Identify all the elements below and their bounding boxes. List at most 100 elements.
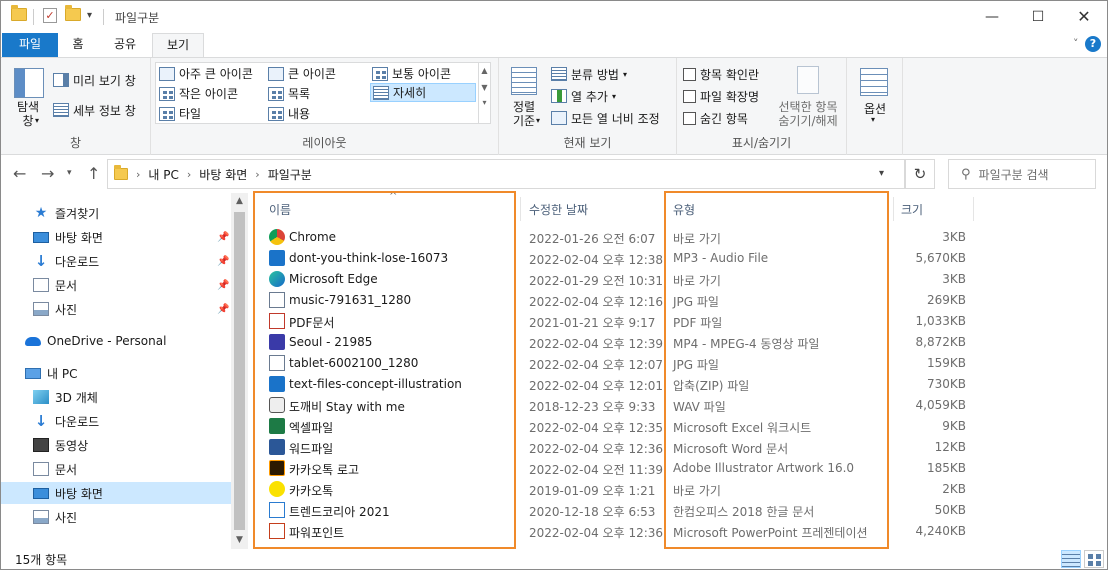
column-divider[interactable] — [520, 197, 521, 221]
hide-selected-button[interactable]: 선택한 항목 숨기기/해제 — [771, 100, 845, 128]
quick-access-dropdown-icon[interactable]: ▾ — [87, 10, 92, 21]
nav-item[interactable]: 바탕 화면 — [1, 482, 231, 504]
close-button[interactable]: ✕ — [1061, 1, 1107, 32]
checkbox[interactable] — [683, 89, 696, 103]
table-row[interactable]: 도깨비 Stay with me 2018-12-23 오후 9:33 WAV 파일… — [253, 395, 973, 416]
table-row[interactable]: 워드파일 2022-02-04 오후 12:36 Microsoft Word 문서… — [253, 437, 973, 458]
column-divider[interactable] — [973, 197, 974, 221]
item-checkboxes-toggle[interactable]: 항목 확인란 — [683, 64, 759, 84]
column-size[interactable]: 크기 — [901, 197, 923, 221]
new-folder-icon[interactable] — [65, 5, 81, 21]
recent-locations-icon[interactable]: ▾ — [67, 168, 72, 178]
navigation-scrollbar[interactable]: ▲ ▼ — [231, 193, 248, 549]
table-row[interactable]: Seoul - 21985 2022-02-04 오후 12:39 MP4 - MP… — [253, 332, 973, 353]
address-dropdown-icon[interactable]: ▾ — [879, 168, 884, 179]
layout-small-icons[interactable]: 작은 아이콘 — [159, 84, 238, 103]
scroll-down-icon[interactable]: ▼ — [231, 532, 248, 549]
status-bar: 15개 항목 — [1, 548, 1107, 570]
table-row[interactable]: text-files-concept-illustration 2022-02-0… — [253, 374, 973, 395]
ribbon-collapse-icon[interactable]: ˅ — [1073, 37, 1079, 50]
layout-list[interactable]: 목록 — [268, 84, 310, 103]
file-date: 2022-02-04 오후 12:36 — [529, 526, 664, 540]
table-row[interactable]: 엑셀파일 2022-02-04 오후 12:35 Microsoft Excel 워… — [253, 416, 973, 437]
table-row[interactable]: Microsoft Edge 2022-01-29 오전 10:31 바로 가기 3K… — [253, 269, 973, 290]
minimize-button[interactable]: — — [969, 1, 1015, 32]
column-divider[interactable] — [665, 197, 666, 221]
column-divider[interactable] — [893, 197, 894, 221]
nav-item[interactable]: ↓ 다운로드 📌 — [1, 250, 231, 272]
forward-icon[interactable]: → — [41, 164, 54, 183]
maximize-button[interactable]: ☐ — [1015, 1, 1061, 32]
nav-item[interactable]: 동영상 — [1, 434, 231, 456]
help-icon[interactable]: ? — [1085, 36, 1101, 52]
tab-file[interactable]: 파일 — [2, 33, 58, 57]
table-row[interactable]: dont-you-think-lose-16073 2022-02-04 오후 1… — [253, 248, 973, 269]
back-icon[interactable]: ← — [13, 164, 26, 183]
layout-medium-icons[interactable]: 보통 아이콘 — [372, 64, 451, 83]
properties-icon[interactable]: ✓ — [43, 8, 57, 23]
refresh-button[interactable]: ↻ — [905, 159, 935, 189]
table-row[interactable]: music-791631_1280 2022-02-04 오후 12:16 JPG … — [253, 290, 973, 311]
pin-icon[interactable]: 📌 — [217, 280, 229, 291]
scroll-thumb[interactable] — [234, 212, 245, 530]
layout-content[interactable]: 내용 — [268, 104, 310, 123]
table-row[interactable]: 파워포인트 2022-02-04 오후 12:36 Microsoft PowerP… — [253, 521, 973, 542]
layout-large-icons[interactable]: 큰 아이콘 — [268, 64, 336, 83]
hide-selected-icon — [797, 66, 819, 94]
search-input[interactable]: ⚲ 파일구분 검색 — [948, 159, 1096, 189]
scroll-up-icon[interactable]: ▲ — [231, 193, 248, 210]
navigation-pane-button[interactable]: 탐색 창 — [7, 100, 49, 128]
checkbox[interactable] — [683, 67, 696, 81]
table-row[interactable]: Chrome 2022-01-26 오전 6:07 바로 가기 3KB — [253, 227, 973, 248]
nav-item[interactable]: 바탕 화면 📌 — [1, 226, 231, 248]
nav-item[interactable]: OneDrive - Personal — [1, 330, 231, 352]
table-row[interactable]: 트렌드코리아 2021 2020-12-18 오후 6:53 한컴오피스 2018 … — [253, 500, 973, 521]
item-count: 15개 항목 — [15, 553, 68, 567]
hidden-items-toggle[interactable]: 숨긴 항목 — [683, 108, 748, 128]
nav-item[interactable]: ★ 즐겨찾기 — [1, 202, 231, 224]
fit-columns-button[interactable]: 모든 열 너비 조정 — [551, 108, 660, 128]
add-columns-button[interactable]: 열 추가 ▾ — [551, 86, 616, 106]
layout-tiles[interactable]: 타일 — [159, 104, 201, 123]
nav-item[interactable]: 내 PC — [1, 362, 231, 384]
checkbox[interactable] — [683, 111, 696, 125]
layout-details[interactable]: 자세히 — [370, 83, 476, 102]
file-date: 2019-01-09 오후 1:21 — [529, 484, 656, 498]
nav-item[interactable]: 사진 — [1, 506, 231, 528]
column-name[interactable]: 이름 — [269, 197, 291, 221]
preview-pane-button[interactable]: 미리 보기 창 — [53, 70, 136, 90]
file-extensions-toggle[interactable]: 파일 확장명 — [683, 86, 759, 106]
details-view-icon[interactable] — [1061, 550, 1081, 568]
table-row[interactable]: tablet-6002100_1280 2022-02-04 오후 12:07 JP… — [253, 353, 973, 374]
breadcrumb-item[interactable]: 내 PC — [148, 166, 178, 183]
tab-share[interactable]: 공유 — [105, 33, 145, 57]
tab-home[interactable]: 홈 — [63, 33, 93, 57]
table-row[interactable]: 카카오톡 로고 2022-02-04 오전 11:39 Adobe Illustra… — [253, 458, 973, 479]
column-date[interactable]: 수정한 날짜 — [529, 197, 588, 221]
breadcrumb-chevron-icon[interactable]: › — [187, 168, 191, 181]
layout-gallery-scroll[interactable]: ▲ ▼ ▾ — [479, 62, 491, 124]
table-row[interactable]: 카카오톡 2019-01-09 오후 1:21 바로 가기 2KB — [253, 479, 973, 500]
pin-icon[interactable]: 📌 — [217, 256, 229, 267]
breadcrumb-chevron-icon[interactable]: › — [255, 168, 259, 181]
breadcrumb-item[interactable]: 파일구분 — [268, 166, 312, 183]
nav-item[interactable]: 3D 개체 — [1, 386, 231, 408]
nav-item[interactable]: 사진 📌 — [1, 298, 231, 320]
nav-item[interactable]: 문서 — [1, 458, 231, 480]
pin-icon[interactable]: 📌 — [217, 304, 229, 315]
large-icons-view-icon[interactable] — [1084, 550, 1104, 568]
group-by-button[interactable]: 분류 방법 ▾ — [551, 64, 627, 84]
pin-icon[interactable]: 📌 — [217, 232, 229, 243]
breadcrumb-item[interactable]: 바탕 화면 — [199, 166, 247, 183]
column-type[interactable]: 유형 — [673, 197, 695, 221]
file-extensions-label: 파일 확장명 — [700, 89, 760, 104]
nav-item[interactable]: ↓ 다운로드 — [1, 410, 231, 432]
nav-item-label: 내 PC — [47, 366, 78, 381]
details-pane-button[interactable]: 세부 정보 창 — [53, 100, 136, 120]
table-row[interactable]: PDF문서 2021-01-21 오후 9:17 PDF 파일 1,033KB — [253, 311, 973, 332]
tab-view[interactable]: 보기 — [152, 33, 204, 57]
nav-item[interactable]: 문서 📌 — [1, 274, 231, 296]
up-icon[interactable]: ↑ — [87, 164, 100, 183]
layout-extra-large-icons[interactable]: 아주 큰 아이콘 — [159, 64, 253, 83]
address-bar[interactable]: › 내 PC › 바탕 화면 › 파일구분 — [107, 159, 905, 189]
